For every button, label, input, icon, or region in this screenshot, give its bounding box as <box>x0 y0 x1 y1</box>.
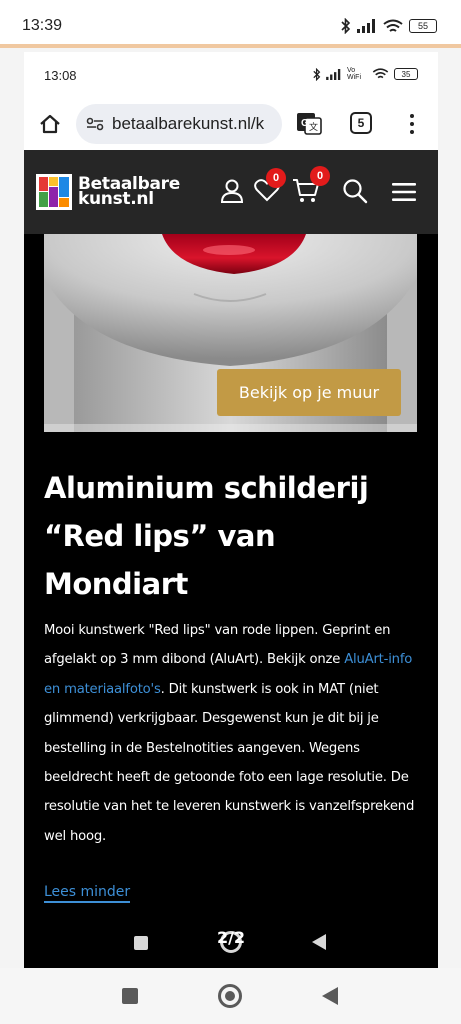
product-title: Aluminium schilderij “Red lips” van Mond… <box>44 471 369 601</box>
vowifi-label: Vo WiFi <box>347 67 361 81</box>
home-circle-icon[interactable] <box>218 984 242 1008</box>
recents-icon[interactable] <box>122 988 138 1004</box>
tab-switcher-button[interactable]: 5 <box>350 112 372 134</box>
inner-status-icons: Vo WiFi 35 <box>313 67 418 81</box>
battery-icon: 35 <box>394 68 418 80</box>
product-description: Mooi kunstwerk "Red lips" van rode lippe… <box>44 616 422 851</box>
menu-dot <box>410 122 414 126</box>
inner-clock: 13:08 <box>44 68 77 83</box>
back-icon[interactable] <box>322 987 338 1005</box>
cart-count-badge: 0 <box>310 166 330 186</box>
url-text: betaalbarekunst.nl/k <box>112 114 265 133</box>
browser-toolbar: betaalbarekunst.nl/k G文 5 <box>24 98 438 150</box>
bluetooth-icon <box>341 18 351 34</box>
signal-icon <box>357 19 375 33</box>
translate-button[interactable]: G文 <box>296 110 322 136</box>
svg-text:文: 文 <box>309 121 318 132</box>
description-text-part-2: . Dit kunstwerk is ook in MAT (niet glim… <box>44 681 415 844</box>
logo-wordmark: Betaalbare kunst.nl <box>78 176 180 209</box>
view-on-wall-button[interactable]: Bekijk op je muur <box>217 369 401 416</box>
embedded-screenshot: 13:08 Vo WiFi 35 betaalbarekunst.nl/k G文… <box>24 52 438 968</box>
battery-icon: 55 <box>409 19 437 33</box>
site-settings-icon[interactable] <box>86 117 104 131</box>
home-icon <box>40 114 60 134</box>
outer-status-icons: 55 <box>341 18 437 34</box>
wifi-icon <box>383 19 403 32</box>
battery-level: 55 <box>417 21 428 31</box>
site-header: Betaalbare kunst.nl 0 0 <box>24 150 438 234</box>
read-less-link[interactable]: Lees minder <box>44 883 131 903</box>
search-icon[interactable] <box>342 178 368 204</box>
inner-status-bar: 13:08 Vo WiFi 35 <box>24 52 438 98</box>
hamburger-menu-icon[interactable] <box>392 182 416 202</box>
outer-navigation-bar <box>0 968 461 1024</box>
outer-clock: 13:39 <box>22 17 63 34</box>
account-icon[interactable] <box>220 178 244 204</box>
signal-icon <box>326 68 341 80</box>
site-logo[interactable]: Betaalbare kunst.nl <box>36 174 180 210</box>
menu-dot <box>410 130 414 134</box>
outer-status-bar: 13:39 55 <box>0 0 461 44</box>
svg-text:G: G <box>301 118 309 129</box>
menu-dot <box>410 114 414 118</box>
translate-icon: G文 <box>297 113 322 135</box>
home-button[interactable] <box>36 110 64 138</box>
wifi-icon <box>372 68 389 79</box>
logo-mark-icon <box>36 174 72 210</box>
logo-line-2: kunst.nl <box>78 189 154 209</box>
image-page-counter: 2/2 <box>216 928 246 947</box>
bluetooth-icon <box>313 67 321 81</box>
battery-level: 35 <box>401 69 411 79</box>
wishlist-count-badge: 0 <box>266 168 286 188</box>
address-bar[interactable]: betaalbarekunst.nl/k <box>76 104 282 144</box>
description-text-part-1: Mooi kunstwerk "Red lips" van rode lippe… <box>44 623 391 668</box>
browser-menu-button[interactable] <box>406 110 418 138</box>
